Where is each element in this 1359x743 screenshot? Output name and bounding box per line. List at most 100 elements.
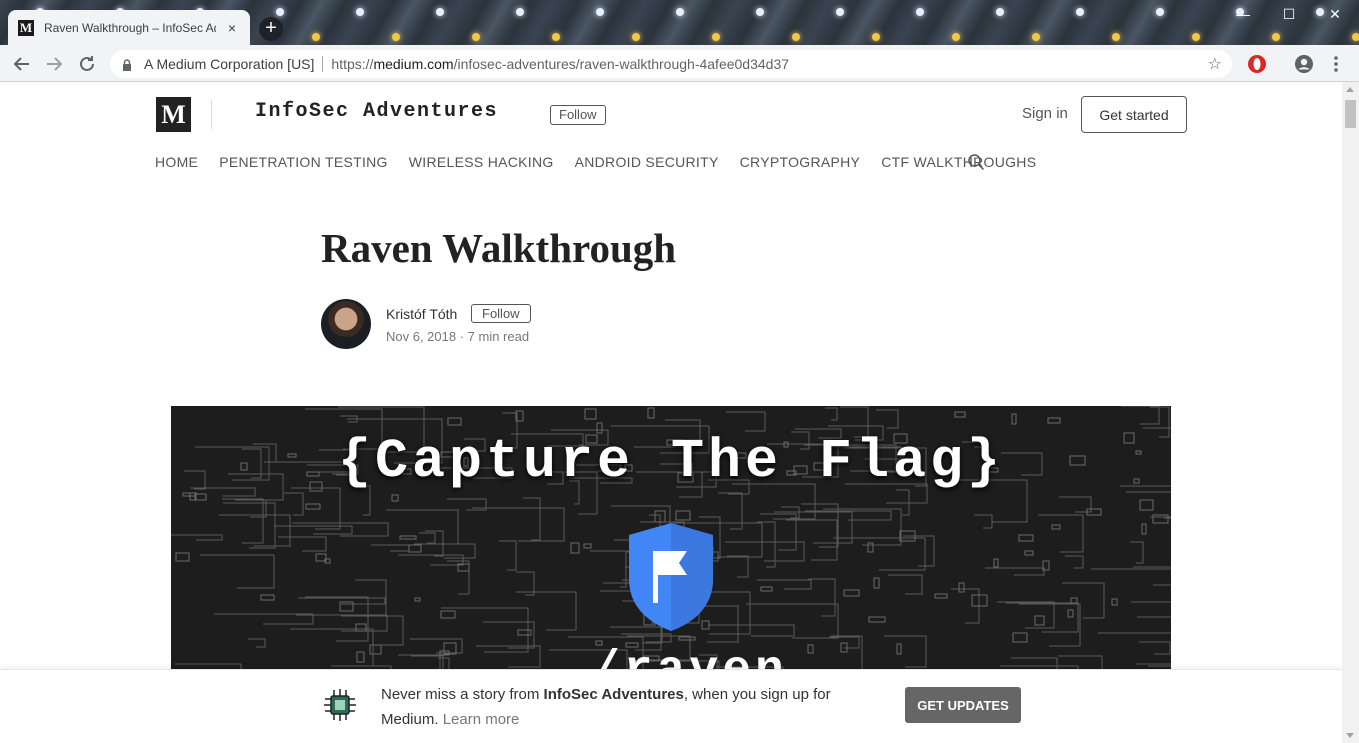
address-divider (322, 56, 324, 72)
circuit-trace (472, 507, 565, 542)
tabstrip-light (996, 8, 1004, 16)
circuit-component (647, 407, 655, 419)
tabstrip-light (676, 8, 684, 16)
scrollbar-thumb[interactable] (1345, 100, 1356, 128)
maximize-icon[interactable]: ☐ (1266, 0, 1312, 28)
circuit-component (1051, 524, 1061, 530)
bookmark-star-icon[interactable]: ☆ (1208, 54, 1222, 74)
author-name[interactable]: Kristóf Tóth (386, 306, 457, 322)
publication-follow-button[interactable]: Follow (550, 105, 606, 125)
circuit-trace (823, 508, 902, 546)
tabstrip-light (1272, 33, 1280, 41)
address-bar[interactable]: A Medium Corporation [US] https://medium… (110, 50, 1232, 78)
circuit-trace (746, 603, 839, 639)
tabstrip-light (1076, 8, 1084, 16)
article-title: Raven Walkthrough (321, 225, 677, 271)
tabstrip-light (516, 8, 524, 16)
search-icon[interactable] (967, 153, 985, 171)
circuit-component (408, 544, 422, 553)
signup-banner: Never miss a story from InfoSec Adventur… (0, 669, 1342, 743)
circuit-trace (1059, 496, 1092, 513)
circuit-trace (1139, 641, 1171, 655)
nav-cryptography[interactable]: CRYPTOGRAPHY (740, 154, 861, 170)
circuit-trace (808, 578, 836, 617)
nav-ctf-walkthroughs[interactable]: CTF WALKTHROUGHS (881, 154, 1036, 170)
circuit-component (305, 503, 321, 510)
publication-name[interactable]: InfoSec Adventures (255, 100, 498, 123)
get-started-button[interactable]: Get started (1081, 96, 1187, 133)
tabstrip-light (276, 8, 284, 16)
learn-more-link[interactable]: Learn more (443, 711, 520, 728)
tabstrip-light (436, 8, 444, 16)
nav-home[interactable]: HOME (155, 154, 198, 170)
circuit-component (954, 411, 966, 418)
circuit-component (1034, 615, 1045, 626)
tabstrip-light (1192, 33, 1200, 41)
publication-chip-icon (324, 689, 356, 721)
tabstrip-light (952, 33, 960, 41)
circuit-component (443, 642, 457, 655)
circuit-trace (398, 654, 441, 670)
circuit-trace (284, 492, 304, 516)
scroll-down-icon[interactable] (1346, 733, 1354, 738)
circuit-trace (757, 579, 812, 590)
circuit-component (675, 510, 691, 521)
circuit-component (1024, 550, 1034, 556)
circuit-component (760, 586, 773, 592)
circuit-trace (410, 638, 463, 654)
reload-icon[interactable] (75, 52, 99, 76)
circuit-trace (1121, 406, 1160, 425)
circuit-trace (1130, 541, 1144, 564)
circuit-component (867, 542, 874, 553)
profile-icon[interactable] (1294, 54, 1314, 74)
author-follow-button[interactable]: Follow (471, 304, 531, 323)
nav-android-security[interactable]: ANDROID SECURITY (575, 154, 719, 170)
scroll-up-icon[interactable] (1346, 87, 1354, 92)
circuit-component (194, 493, 207, 501)
nav-wireless-hacking[interactable]: WIRELESS HACKING (409, 154, 554, 170)
sign-in-link[interactable]: Sign in (1022, 105, 1068, 122)
circuit-component (1018, 534, 1034, 542)
circuit-component (260, 594, 275, 601)
tabstrip-light (392, 33, 400, 41)
page-scrollbar[interactable] (1342, 82, 1359, 743)
circuit-component (1152, 514, 1169, 524)
author-avatar[interactable] (321, 299, 371, 349)
window-close-icon[interactable]: ✕ (1312, 0, 1358, 28)
nav-penetration-testing[interactable]: PENETRATION TESTING (219, 154, 388, 170)
circuit-trace (997, 601, 1055, 629)
circuit-trace (419, 532, 436, 544)
circuit-component (517, 629, 532, 636)
circuit-component (958, 582, 965, 593)
circuit-component (440, 610, 456, 619)
browser-tab[interactable]: M Raven Walkthrough – InfoSec Ad × (8, 10, 250, 45)
new-tab-button[interactable]: + (259, 17, 283, 41)
circuit-trace (725, 541, 805, 562)
opera-extension-icon[interactable] (1247, 54, 1267, 74)
circuit-component (993, 558, 999, 568)
menu-kebab-icon[interactable] (1326, 54, 1346, 74)
circuit-component (1139, 499, 1154, 511)
circuit-component (1047, 417, 1061, 424)
circuit-trace (222, 498, 264, 544)
circuit-trace (219, 514, 291, 547)
tab-close-icon[interactable]: × (224, 20, 240, 36)
flag-shield-icon (629, 523, 713, 631)
back-icon[interactable] (10, 52, 34, 76)
banner-publication-name: InfoSec Adventures (543, 686, 684, 703)
medium-logo-icon[interactable]: M (156, 97, 191, 132)
circuit-trace (621, 633, 672, 643)
hero-image: {Capture The Flag} /raven (171, 406, 1171, 670)
tabstrip-light (596, 8, 604, 16)
circuit-trace (1065, 555, 1084, 569)
circuit-component (355, 623, 367, 632)
circuit-trace (414, 543, 476, 559)
forward-icon[interactable] (42, 52, 66, 76)
tab-title: Raven Walkthrough – InfoSec Ad (44, 20, 216, 35)
tabstrip-light (632, 33, 640, 41)
get-updates-button[interactable]: GET UPDATES (905, 687, 1021, 723)
tabstrip-light (712, 33, 720, 41)
browser-chrome: M Raven Walkthrough – InfoSec Ad × + — ☐… (0, 0, 1359, 82)
minimize-icon[interactable]: — (1220, 0, 1266, 28)
circuit-trace (441, 607, 529, 653)
